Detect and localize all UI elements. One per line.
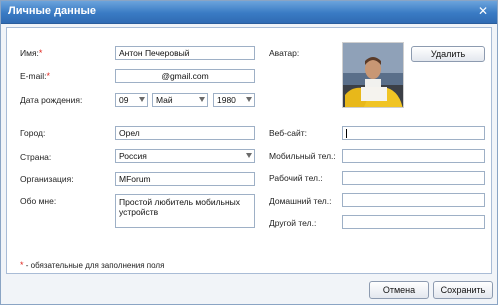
required-mark: *: [20, 260, 24, 270]
mobile-phone-field[interactable]: [342, 149, 485, 163]
birth-month-value: Май: [156, 95, 173, 105]
birth-day-value: 09: [119, 95, 129, 105]
name-label: Имя:*: [20, 48, 42, 58]
dialog-title: Личные данные: [8, 5, 96, 17]
required-footnote: * - обязательные для заполнения поля: [20, 260, 164, 270]
country-select[interactable]: Россия: [115, 149, 255, 163]
chevron-down-icon: [139, 97, 145, 102]
website-label: Веб-сайт:: [269, 128, 307, 138]
city-field[interactable]: Орел: [115, 126, 255, 140]
chevron-down-icon: [199, 97, 205, 102]
work-phone-field[interactable]: [342, 171, 485, 185]
other-phone-field[interactable]: [342, 215, 485, 229]
name-field[interactable]: Антон Печеровый: [115, 46, 255, 60]
avatar-image: [342, 42, 404, 108]
chevron-down-icon: [246, 153, 252, 158]
birth-year-value: 1980: [217, 95, 236, 105]
country-value: Россия: [119, 151, 147, 161]
birthdate-label: Дата рождения:: [20, 95, 83, 105]
close-icon[interactable]: ✕: [476, 4, 490, 18]
organization-label: Организация:: [20, 174, 74, 184]
save-button[interactable]: Сохранить: [433, 281, 493, 299]
avatar-label: Аватар:: [269, 48, 300, 58]
home-phone-label: Домашний тел.:: [269, 196, 332, 206]
birth-year-select[interactable]: 1980: [213, 93, 255, 107]
about-label: Обо мне:: [20, 196, 57, 206]
footnote-text: - обязательные для заполнения поля: [25, 261, 165, 270]
cancel-button[interactable]: Отмена: [369, 281, 429, 299]
name-label-text: Имя:: [20, 48, 39, 58]
city-label: Город:: [20, 128, 46, 138]
organization-field[interactable]: MForum: [115, 172, 255, 186]
home-phone-field[interactable]: [342, 193, 485, 207]
email-field[interactable]: @gmail.com: [115, 69, 255, 83]
chevron-down-icon: [246, 97, 252, 102]
work-phone-label: Рабочий тел.:: [269, 173, 323, 183]
form-panel: Имя:* Антон Печеровый E-mail:* @gmail.co…: [6, 27, 492, 274]
email-label-text: E-mail:: [20, 71, 47, 81]
required-mark: *: [38, 48, 43, 58]
about-textarea[interactable]: Простой любитель мобильных устройств: [115, 194, 255, 228]
mobile-phone-label: Мобильный тел.:: [269, 151, 336, 161]
birth-day-select[interactable]: 09: [115, 93, 148, 107]
email-label: E-mail:*: [20, 71, 50, 81]
country-label: Страна:: [20, 152, 52, 162]
personal-data-dialog: Личные данные ✕ Имя:* Антон Печеровый E-…: [0, 0, 498, 305]
other-phone-label: Другой тел.:: [269, 218, 317, 228]
delete-avatar-button[interactable]: Удалить: [411, 46, 485, 62]
website-field[interactable]: [342, 126, 485, 140]
title-bar[interactable]: Личные данные ✕: [1, 1, 497, 24]
birth-month-select[interactable]: Май: [152, 93, 208, 107]
text-cursor: [346, 129, 347, 138]
required-mark: *: [46, 71, 50, 81]
